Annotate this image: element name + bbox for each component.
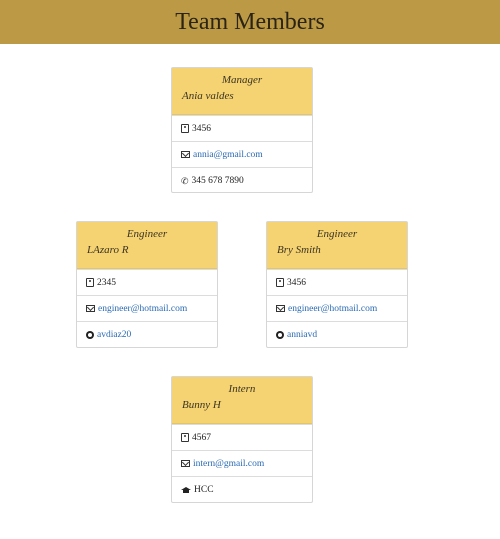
envelope-icon	[181, 151, 190, 158]
card-email-link[interactable]: engineer@hotmail.com	[288, 304, 377, 314]
card-email-row: intern@gmail.com	[172, 450, 312, 476]
id-badge-icon	[181, 433, 189, 442]
engineer-card: Engineer LAzaro R 2345 engineer@hotmail.…	[76, 221, 218, 348]
page-title: Team Members	[175, 8, 325, 35]
github-icon	[276, 330, 284, 339]
card-email-link[interactable]: engineer@hotmail.com	[98, 304, 187, 314]
id-badge-icon	[181, 124, 189, 133]
card-email-link[interactable]: annia@gmail.com	[193, 150, 263, 160]
envelope-icon	[181, 460, 190, 467]
github-icon	[86, 330, 94, 339]
card-header: Intern Bunny H	[172, 377, 312, 424]
card-email-row: engineer@hotmail.com	[77, 295, 217, 321]
card-role: Engineer	[126, 228, 168, 240]
card-header: Manager Ania valdes	[172, 68, 312, 115]
card-id-row: 4567	[172, 424, 312, 450]
card-role: Manager	[221, 74, 263, 86]
card-id-row: 2345	[77, 269, 217, 295]
card-github-link[interactable]: avdiaz20	[97, 330, 131, 340]
card-id: 4567	[192, 432, 211, 443]
card-email-link[interactable]: intern@gmail.com	[193, 459, 264, 469]
intern-card: Intern Bunny H 4567 intern@gmail.com HCC	[171, 376, 313, 503]
card-github-link[interactable]: anniavd	[287, 330, 317, 340]
phone-icon: ✆	[181, 175, 189, 186]
envelope-icon	[86, 305, 95, 312]
card-name: Bunny H	[182, 399, 221, 411]
card-github-row: avdiaz20	[77, 321, 217, 347]
card-school: HCC	[194, 484, 214, 495]
card-header: Engineer Bry Smith	[267, 222, 407, 269]
card-name: Bry Smith	[277, 244, 321, 256]
card-header: Engineer LAzaro R	[77, 222, 217, 269]
card-role: Intern	[228, 383, 256, 395]
card-school-row: HCC	[172, 476, 312, 502]
card-email-row: annia@gmail.com	[172, 141, 312, 167]
card-id: 3456	[287, 277, 306, 288]
engineer-card: Engineer Bry Smith 3456 engineer@hotmail…	[266, 221, 408, 348]
card-name: Ania valdes	[182, 90, 234, 102]
card-phone: 345 678 7890	[191, 175, 244, 186]
graduation-cap-icon	[181, 486, 191, 493]
card-id-row: 3456	[267, 269, 407, 295]
card-id: 3456	[192, 123, 211, 134]
card-email-row: engineer@hotmail.com	[267, 295, 407, 321]
card-role: Engineer	[316, 228, 358, 240]
card-name: LAzaro R	[87, 244, 129, 256]
id-badge-icon	[276, 278, 284, 287]
card-id-row: 3456	[172, 115, 312, 141]
manager-card: Manager Ania valdes 3456 annia@gmail.com…	[171, 67, 313, 193]
card-github-row: anniavd	[267, 321, 407, 347]
page-header: Team Members	[0, 0, 500, 44]
card-id: 2345	[97, 277, 116, 288]
card-phone-row: ✆ 345 678 7890	[172, 167, 312, 193]
envelope-icon	[276, 305, 285, 312]
id-badge-icon	[86, 278, 94, 287]
